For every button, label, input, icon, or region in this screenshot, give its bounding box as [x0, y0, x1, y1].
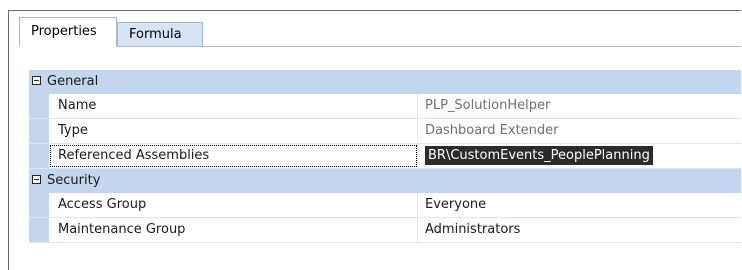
- property-row-access-group[interactable]: Access Group Everyone: [29, 193, 741, 218]
- category-security[interactable]: Security: [29, 169, 741, 193]
- property-name: Type: [49, 119, 418, 143]
- category-general[interactable]: General: [29, 70, 741, 94]
- row-gutter: [29, 94, 49, 118]
- tab-strip-divider: [19, 46, 741, 47]
- row-gutter: [29, 218, 49, 242]
- collapse-icon[interactable]: [32, 76, 41, 85]
- property-row-maintenance-group[interactable]: Maintenance Group Administrators: [29, 218, 741, 243]
- selected-value-text[interactable]: BR\CustomEvents_PeoplePlanning: [425, 146, 653, 165]
- property-name: Referenced Assemblies: [49, 144, 418, 168]
- property-value[interactable]: Dashboard Extender: [419, 119, 741, 143]
- property-grid: General Name PLP_SolutionHelper Type Das…: [29, 70, 741, 243]
- tab-strip: Properties Formula: [9, 11, 741, 47]
- property-name: Name: [49, 94, 418, 118]
- property-row-name[interactable]: Name PLP_SolutionHelper: [29, 94, 741, 119]
- property-name: Access Group: [49, 193, 418, 217]
- property-name: Maintenance Group: [49, 218, 418, 242]
- property-value[interactable]: PLP_SolutionHelper: [419, 94, 741, 118]
- row-gutter: [29, 144, 49, 168]
- category-label: General: [47, 74, 99, 89]
- property-panel: Properties Formula General Name PLP_Solu…: [8, 10, 741, 270]
- row-gutter: [29, 119, 49, 143]
- property-row-referenced-assemblies[interactable]: Referenced Assemblies BR\CustomEvents_Pe…: [29, 144, 741, 169]
- property-value[interactable]: Everyone: [419, 193, 741, 217]
- collapse-icon[interactable]: [32, 175, 41, 184]
- tab-formula[interactable]: Formula: [117, 22, 203, 47]
- row-gutter: [29, 193, 49, 217]
- property-row-type[interactable]: Type Dashboard Extender: [29, 119, 741, 144]
- property-value-field[interactable]: BR\CustomEvents_PeoplePlanning: [419, 144, 741, 168]
- tab-properties[interactable]: Properties: [19, 17, 117, 47]
- property-value[interactable]: Administrators: [419, 218, 741, 242]
- category-label: Security: [47, 173, 101, 188]
